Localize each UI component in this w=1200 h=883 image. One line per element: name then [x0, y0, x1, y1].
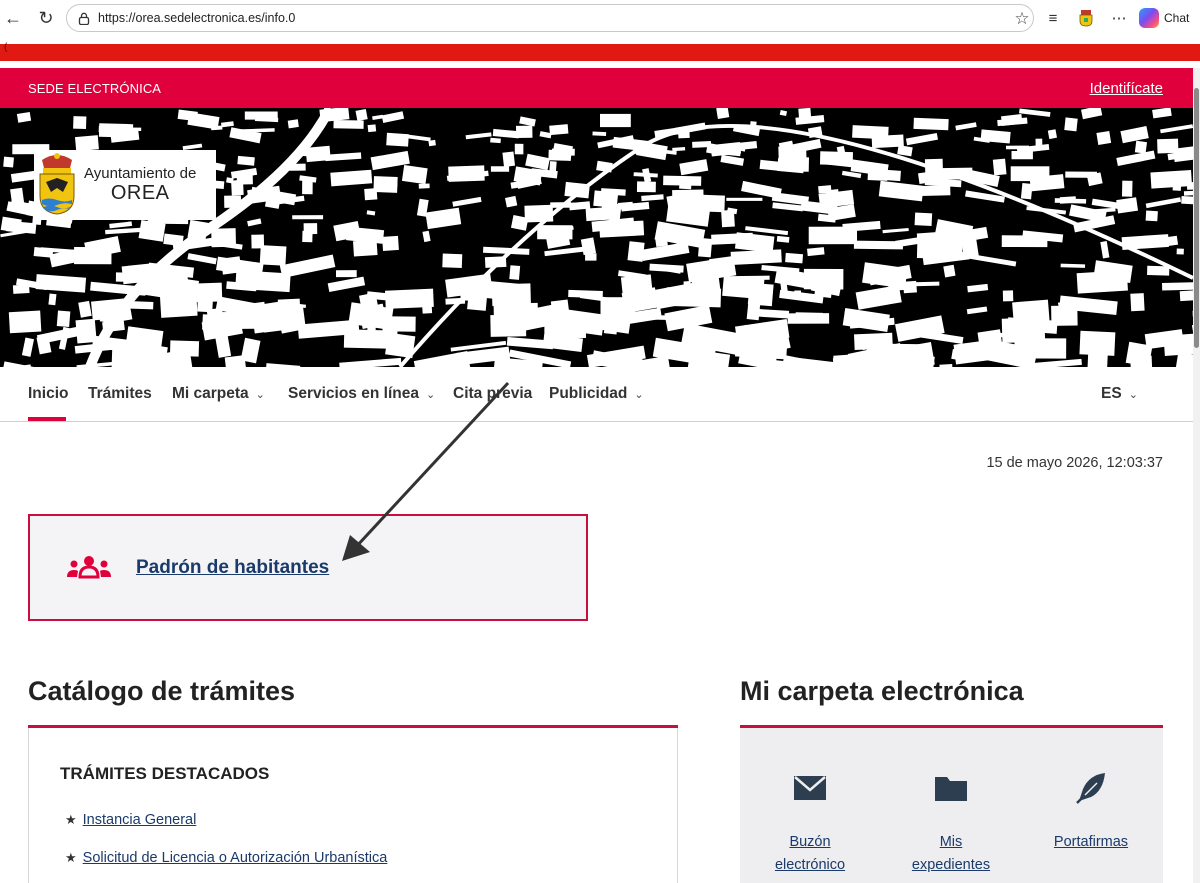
- language-label: ES: [1101, 385, 1122, 402]
- carpeta-card: Buzón electrónico Mis expedientes Portafir…: [740, 728, 1163, 883]
- chevron-down-icon: ⌄: [425, 388, 436, 401]
- featured-procedures-heading: TRÁMITES DESTACADOS: [60, 764, 270, 783]
- link-line2: electrónico: [774, 857, 846, 873]
- logo-line1: Ayuntamiento de: [84, 165, 197, 182]
- url-text: https://orea.sedelectronica.es/info.0: [98, 11, 296, 25]
- town-photo: [0, 108, 1193, 367]
- star-icon: ★: [65, 812, 77, 827]
- nav-label: Servicios en línea: [288, 385, 419, 402]
- sede-label: SEDE ELECTRÓNICA: [28, 80, 162, 96]
- carpeta-link[interactable]: Mis expedientes: [912, 831, 990, 877]
- current-datetime: 15 de mayo 2026, 12:03:37: [986, 455, 1163, 471]
- catalog-card: TRÁMITES DESTACADOS ★ Instancia General …: [28, 728, 678, 883]
- small-char: (: [4, 42, 8, 53]
- favorite-star-icon[interactable]: ☆: [1011, 9, 1033, 29]
- hero-banner-image: [0, 108, 1193, 367]
- browser-toolbar: ← ↻ https://orea.sedelectronica.es/info.…: [0, 0, 1200, 37]
- login-link[interactable]: Identifícate: [1090, 80, 1163, 97]
- language-selector[interactable]: ES ⌄: [1101, 385, 1138, 403]
- nav-item-cita-previa[interactable]: Cita previa: [453, 385, 532, 403]
- nav-label: Cita previa: [453, 385, 533, 402]
- carpeta-item-expedientes[interactable]: Mis expedientes: [891, 768, 1011, 877]
- catalog-title: Catálogo de trámites: [28, 676, 296, 706]
- chat-button[interactable]: Chat: [1139, 6, 1189, 30]
- procedure-link[interactable]: Instancia General: [83, 812, 197, 828]
- nav-label: Trámites: [88, 385, 152, 402]
- nav-item-tramites[interactable]: Trámites: [88, 385, 152, 403]
- link-line1: Buzón: [789, 834, 831, 850]
- extension-icon[interactable]: [1073, 6, 1099, 30]
- envelope-icon: [794, 776, 826, 800]
- main-nav: Inicio Trámites Mi carpeta ⌄ Servicios en…: [0, 367, 1193, 422]
- lock-icon: [77, 11, 91, 25]
- list-item: ★ Solicitud de Licencia o Autorización U…: [65, 850, 387, 866]
- logo-line2: OREA: [110, 182, 170, 204]
- active-tab-indicator: [28, 417, 66, 421]
- star-icon: ★: [65, 850, 77, 865]
- municipality-logo[interactable]: Ayuntamiento de OREA: [34, 150, 216, 220]
- carpeta-link[interactable]: Portafirmas: [1054, 831, 1128, 854]
- site-top-band: SEDE ELECTRÓNICA Identifícate: [0, 68, 1193, 108]
- redaction-bar: [0, 44, 1200, 61]
- list-item: ★ Instancia General: [65, 812, 196, 828]
- chat-label: Chat: [1164, 11, 1190, 25]
- coat-of-arms-icon: [39, 153, 75, 215]
- reload-icon[interactable]: ↻: [33, 5, 59, 31]
- address-bar[interactable]: https://orea.sedelectronica.es/info.0 ☆: [66, 4, 1034, 32]
- carpeta-link[interactable]: Buzón electrónico: [775, 831, 845, 877]
- carpeta-title: Mi carpeta electrónica: [740, 676, 1024, 706]
- favorites-icon[interactable]: ≡: [1040, 6, 1066, 30]
- folder-icon: [935, 777, 967, 801]
- chevron-down-icon: ⌄: [1128, 388, 1138, 401]
- scroll-thumb[interactable]: [1194, 88, 1199, 348]
- nav-label: Publicidad: [549, 385, 628, 402]
- back-icon[interactable]: ←: [0, 5, 26, 31]
- carpeta-item-buzon[interactable]: Buzón electrónico: [750, 768, 870, 877]
- link-line2: expedientes: [911, 857, 991, 873]
- procedure-link[interactable]: Solicitud de Licencia o Autorización Urb…: [83, 850, 388, 866]
- carpeta-item-portafirmas[interactable]: Portafirmas: [1031, 768, 1151, 854]
- page-scrollbar[interactable]: [1193, 68, 1200, 883]
- pen-nib-icon: [1076, 773, 1105, 804]
- link-line1: Mis: [939, 834, 963, 850]
- more-options-icon[interactable]: ⋯: [1106, 6, 1132, 30]
- nav-item-publicidad[interactable]: Publicidad ⌄: [549, 385, 644, 403]
- featured-procedure-card: Padrón de habitantes: [28, 514, 588, 621]
- nav-label: Inicio: [28, 385, 69, 402]
- group-icon: [67, 555, 111, 578]
- nav-label: Mi carpeta: [172, 385, 249, 402]
- nav-item-servicios[interactable]: Servicios en línea ⌄: [288, 385, 435, 403]
- chevron-down-icon: ⌄: [255, 388, 265, 401]
- nav-item-mi-carpeta[interactable]: Mi carpeta ⌄: [172, 385, 265, 403]
- link-line1: Portafirmas: [1053, 834, 1129, 850]
- copilot-icon: [1139, 8, 1159, 28]
- padron-link[interactable]: Padrón de habitantes: [136, 557, 329, 579]
- nav-item-inicio[interactable]: Inicio: [28, 385, 68, 403]
- chevron-down-icon: ⌄: [634, 388, 644, 401]
